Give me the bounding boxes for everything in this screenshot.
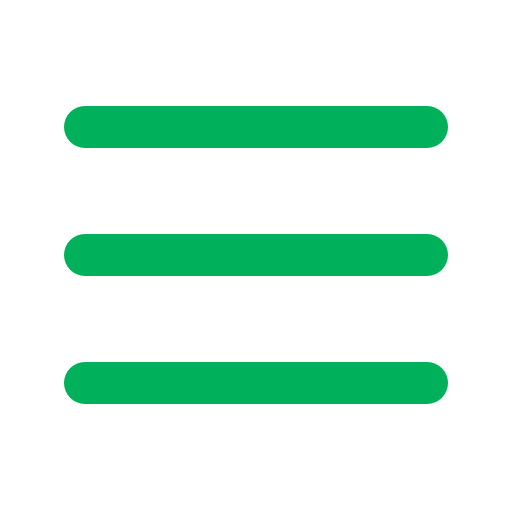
hamburger-menu-icon: [0, 0, 512, 512]
icon-canvas: [0, 0, 512, 512]
menu-bar-top: [64, 106, 448, 148]
menu-bar-middle: [64, 234, 448, 276]
menu-bar-bottom: [64, 362, 448, 404]
menu-button[interactable]: [0, 0, 512, 512]
